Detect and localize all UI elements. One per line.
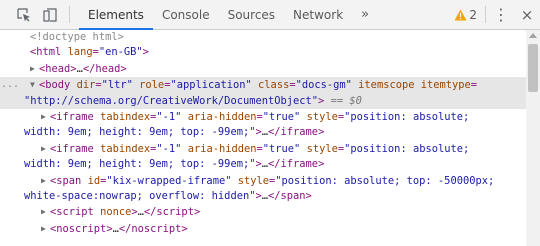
span-style-value-a: "position: absolute; top: -50000px; [275, 174, 495, 187]
iframe-aria-hidden-value: "true" [262, 111, 301, 124]
scrollbar-thumb[interactable] [528, 44, 538, 92]
iframe-tabindex-value: "-1" [156, 111, 182, 124]
iframe-1-line-1: ▶ <iframe tabindex="-1" aria-hidden="true… [41, 109, 470, 124]
scroll-up-arrow-icon[interactable] [529, 33, 537, 38]
iframe-tabindex-attr: tabindex [100, 142, 151, 155]
dom-node-body-selected[interactable]: ... ▼ <body dir="ltr" role="application" … [0, 77, 526, 110]
doctype-text: <!doctype html> [30, 31, 124, 43]
html-tag-name: html [36, 46, 62, 59]
iframe-close-tag: /iframe [274, 158, 319, 171]
span-style-attr: style [237, 174, 270, 187]
iframe-style-value-b: width: 9em; height: 9em; top: -99em;" [24, 126, 256, 139]
span-line-2: white-space:nowrap; overflow: hidden">…<… [24, 190, 312, 203]
dom-node-doctype[interactable]: <!doctype html> [0, 30, 526, 45]
vertical-scrollbar[interactable] [526, 30, 540, 246]
iframe-2-line-2: width: 9em; height: 9em; top: -99em;">…<… [24, 158, 325, 171]
dom-node-script[interactable]: ▶ <script nonce>…</script> [0, 204, 526, 220]
iframe-style-value-b: width: 9em; height: 9em; top: -99em;" [24, 158, 256, 171]
span-line-1: ▶ <span id="kix-wrapped-iframe" style="po… [41, 173, 495, 188]
iframe-style-attr: style [306, 111, 338, 124]
body-itemtype-attr: itemtype [420, 79, 471, 92]
tab-network[interactable]: Network [284, 0, 352, 29]
dom-node-iframe-1[interactable]: ▶ <iframe tabindex="-1" aria-hidden="true… [0, 109, 526, 141]
collapsed-arrow-icon[interactable]: ▶ [41, 221, 50, 236]
tab-sources[interactable]: Sources [219, 0, 284, 29]
devtools-toolbar: Elements Console Sources Network » 2 ⋮ × [0, 0, 540, 30]
body-tag-name: body [45, 79, 71, 92]
body-dir-value: "ltr" [101, 79, 133, 92]
script-tag-name: script [56, 206, 94, 219]
noscript-tag-name: noscript [56, 222, 107, 235]
dom-node-iframe-2[interactable]: ▶ <iframe tabindex="-1" aria-hidden="true… [0, 141, 526, 173]
tab-elements[interactable]: Elements [79, 0, 153, 30]
body-role-value: "application" [170, 79, 252, 92]
iframe-aria-hidden-value: "true" [262, 142, 301, 155]
node-actions-ellipsis[interactable]: ... [1, 77, 19, 92]
toolbar-divider [69, 6, 70, 23]
script-nonce-attr: nonce [100, 206, 132, 219]
expanded-arrow-icon[interactable]: ▼ [30, 77, 39, 92]
iframe-tag-name: iframe [56, 111, 94, 124]
iframe-close-tag: /iframe [274, 126, 319, 139]
body-itemtype-value: "http://schema.org/CreativeWork/Document… [24, 94, 319, 107]
span-tag-name: span [56, 174, 82, 187]
html-lang-value: "en-GB" [98, 46, 143, 59]
collapsed-arrow-icon[interactable]: ▶ [41, 204, 50, 219]
collapsed-arrow-icon[interactable]: ▶ [30, 61, 39, 76]
body-itemscope-attr: itemscope [358, 79, 415, 92]
span-id-value: "kix-wrapped-iframe" [106, 174, 232, 187]
more-tabs-button[interactable]: » [352, 0, 378, 29]
warning-count: 2 [469, 7, 477, 22]
script-close-tag: /script [150, 206, 194, 219]
noscript-close-tag: /noscript [125, 222, 182, 235]
dom-node-html[interactable]: <html lang="en-GB"> [0, 45, 526, 60]
warning-icon [454, 9, 467, 20]
customize-menu-icon[interactable]: ⋮ [488, 0, 514, 29]
body-dir-attr: dir [76, 79, 96, 92]
close-devtools-icon[interactable]: × [514, 0, 540, 29]
body-line-1: ... ▼ <body dir="ltr" role="application" … [1, 77, 478, 92]
devtools-panel: Elements Console Sources Network » 2 ⋮ ×… [0, 0, 540, 246]
iframe-style-attr: style [306, 142, 338, 155]
collapsed-arrow-icon[interactable]: ▶ [41, 141, 50, 156]
body-line-2: "http://schema.org/CreativeWork/Document… [24, 94, 362, 107]
dom-node-noscript[interactable]: ▶ <noscript>…</noscript> [0, 221, 526, 237]
span-close-tag: /span [274, 190, 306, 203]
iframe-style-value-a: "position: absolute; [344, 111, 470, 124]
dom-node-head[interactable]: ▶ <head>…</head> [0, 61, 526, 77]
iframe-tag-name: iframe [56, 142, 94, 155]
body-class-attr: class [258, 79, 290, 92]
body-class-value: "docs-gm" [295, 79, 352, 92]
dom-node-span[interactable]: ▶ <span id="kix-wrapped-iframe" style="po… [0, 173, 526, 205]
dom-tree: <!doctype html> <html lang="en-GB"> ▶ <he… [0, 30, 526, 246]
body-role-attr: role [139, 79, 165, 92]
collapsed-arrow-icon[interactable]: ▶ [41, 109, 50, 124]
html-lang-attr: lang [67, 46, 93, 59]
iframe-2-line-1: ▶ <iframe tabindex="-1" aria-hidden="true… [41, 141, 470, 156]
iframe-aria-hidden-attr: aria-hidden [187, 111, 257, 124]
iframe-style-value-a: "position: absolute; [344, 142, 470, 155]
console-ref-marker: == $0 [330, 94, 362, 107]
inspect-element-icon[interactable] [14, 0, 34, 29]
tab-console[interactable]: Console [153, 0, 219, 29]
toolbar-divider-right [485, 6, 486, 23]
iframe-tabindex-value: "-1" [156, 142, 182, 155]
warnings-badge[interactable]: 2 [448, 0, 483, 29]
collapsed-arrow-icon[interactable]: ▶ [41, 173, 50, 188]
iframe-tabindex-attr: tabindex [100, 111, 151, 124]
head-tag-name: head [45, 62, 71, 75]
iframe-1-line-2: width: 9em; height: 9em; top: -99em;">…<… [24, 126, 325, 139]
span-style-value-b: white-space:nowrap; overflow: hidden" [24, 190, 256, 203]
device-toolbar-icon[interactable] [40, 0, 60, 29]
span-id-attr: id [87, 174, 101, 187]
iframe-aria-hidden-attr: aria-hidden [187, 142, 257, 155]
head-close-tag: /head [89, 62, 121, 75]
